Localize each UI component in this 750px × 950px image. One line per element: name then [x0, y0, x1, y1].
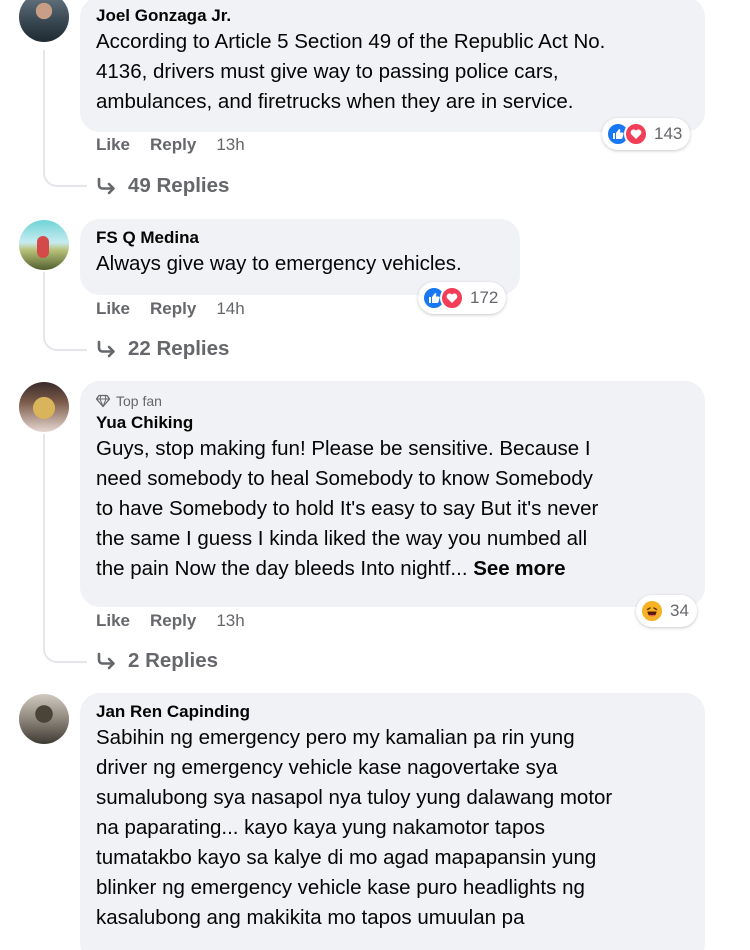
reply-button[interactable]: Reply [150, 135, 196, 155]
replies-count-label: 49 Replies [128, 174, 230, 197]
like-button[interactable]: Like [96, 135, 130, 155]
comment-text-line: the same I guess I kinda liked the way y… [96, 527, 588, 550]
diamond-icon [96, 394, 110, 408]
comment-text-line: Always give way to emergency vehicles. [96, 252, 462, 275]
reply-button[interactable]: Reply [150, 299, 196, 319]
reaction-count: 172 [470, 288, 499, 307]
avatar[interactable] [19, 382, 69, 432]
comment-bubble: Joel Gonzaga Jr. According to Article 5 … [80, 0, 705, 132]
comment-text-line: driver ng emergency vehicle kase nagover… [96, 756, 558, 779]
thread-line [43, 272, 87, 351]
love-icon [624, 122, 648, 146]
comment-thread: Joel Gonzaga Jr. According to Article 5 … [0, 0, 750, 950]
reaction-summary[interactable]: 34 [636, 595, 697, 627]
top-fan-badge: Top fan [96, 392, 691, 410]
comment-author[interactable]: Yua Chiking [96, 412, 691, 434]
comment-actions: Like Reply 13h [96, 611, 245, 631]
comment-bubble: Jan Ren Capinding Sabihin ng emergency p… [80, 693, 705, 950]
avatar[interactable] [19, 0, 69, 42]
comment-author[interactable]: Joel Gonzaga Jr. [96, 5, 691, 27]
comment-text-line: sumalubong sya nasapol nya tuloy yung da… [96, 786, 613, 809]
like-button[interactable]: Like [96, 611, 130, 631]
replies-count-label: 2 Replies [128, 649, 219, 672]
reply-arrow-icon [97, 652, 115, 670]
replies-count-label: 22 Replies [128, 337, 230, 360]
comment-text-line: kasalubong ang makikita mo tapos umuulan… [96, 906, 525, 929]
comment-bubble: Top fan Yua Chiking Guys, stop making fu… [80, 381, 705, 607]
comment-author[interactable]: FS Q Medina [96, 227, 506, 249]
avatar[interactable] [19, 694, 69, 744]
comment-text-line: tumatakbo kayo sa kalye di mo agad mapap… [96, 846, 597, 869]
haha-icon [640, 599, 664, 623]
comment-author[interactable]: Jan Ren Capinding [96, 701, 691, 723]
top-fan-label: Top fan [116, 393, 162, 409]
reaction-count: 143 [654, 124, 683, 143]
comment-text-line: 4136, drivers must give way to passing p… [96, 60, 559, 83]
avatar[interactable] [19, 220, 69, 270]
comment-text-fragment: the pain Now the day bleeds Into nightf.… [96, 557, 474, 580]
comment-text-line: According to Article 5 Section 49 of the… [96, 30, 606, 53]
comment-text-line: na paparating... kayo kaya yung nakamoto… [96, 816, 546, 839]
comment-actions: Like Reply 14h [96, 299, 245, 319]
comment-actions: Like Reply 13h [96, 135, 245, 155]
view-replies-button[interactable]: 2 Replies [96, 649, 218, 673]
comment-text-line-last: the pain Now the day bleeds Into nightf.… [96, 554, 691, 584]
reply-arrow-icon [97, 177, 115, 195]
view-replies-button[interactable]: 49 Replies [96, 174, 229, 198]
comment-text-line: need somebody to heal Somebody to know S… [96, 467, 593, 490]
comment-text-line: to have Somebody to hold It's easy to sa… [96, 497, 599, 520]
reply-button[interactable]: Reply [150, 611, 196, 631]
comment-timestamp[interactable]: 14h [216, 299, 244, 319]
reaction-summary[interactable]: 143 [602, 118, 691, 150]
comment-text-line: ambulances, and firetrucks when they are… [96, 90, 574, 113]
comment-timestamp[interactable]: 13h [216, 135, 244, 155]
comment-timestamp[interactable]: 13h [216, 611, 244, 631]
love-icon [440, 286, 464, 310]
comment-text-line: Sabihin ng emergency pero my kamalian pa… [96, 726, 575, 749]
see-more-link[interactable]: See more [473, 557, 565, 580]
view-replies-button[interactable]: 22 Replies [96, 337, 229, 361]
reaction-summary[interactable]: 172 [418, 282, 507, 314]
like-button[interactable]: Like [96, 299, 130, 319]
comment-text-line: Guys, stop making fun! Please be sensiti… [96, 437, 591, 460]
reaction-count: 34 [670, 601, 689, 620]
reply-arrow-icon [97, 340, 115, 358]
comment-text-line: blinker ng emergency vehicle kase puro h… [96, 876, 585, 899]
